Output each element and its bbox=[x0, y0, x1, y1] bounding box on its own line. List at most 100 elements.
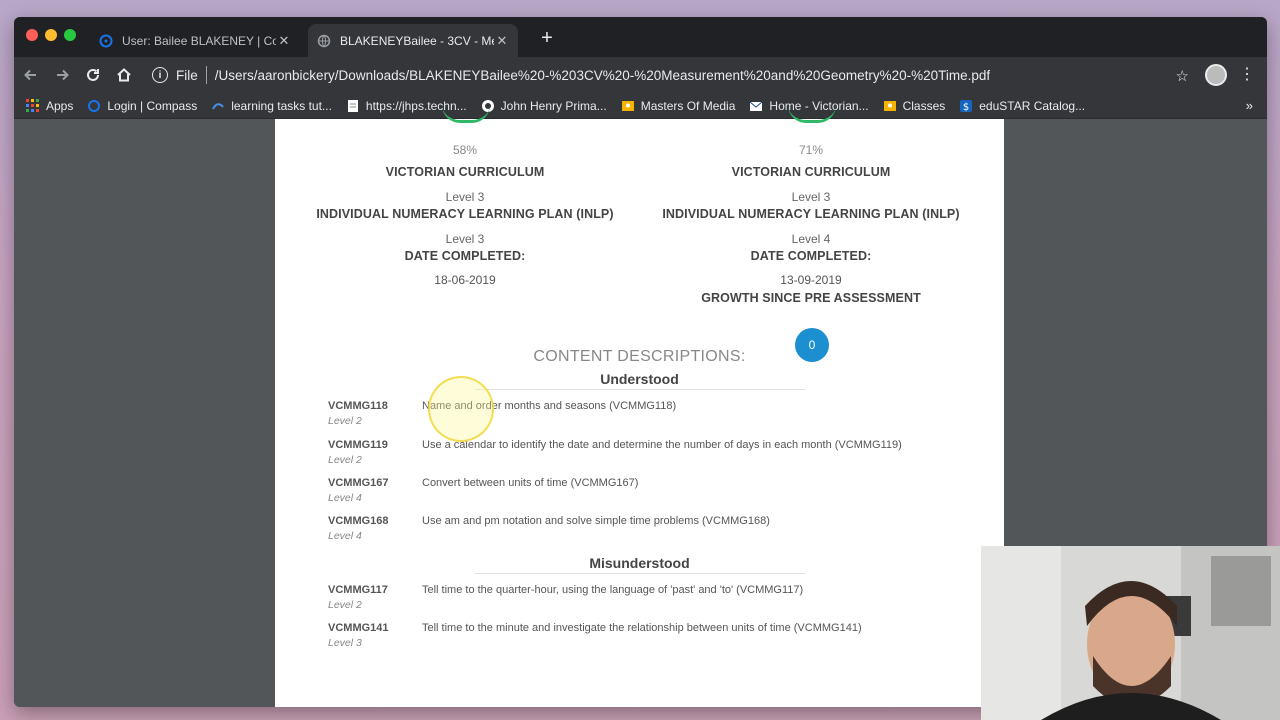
tab-label: BLAKENEYBailee - 3CV - Meas bbox=[340, 33, 494, 48]
bookmark-label: John Henry Prima... bbox=[500, 98, 607, 113]
profile-avatar[interactable] bbox=[1205, 64, 1227, 86]
descriptor-level: Level 2 bbox=[328, 454, 362, 466]
score-percent: 58% bbox=[452, 143, 478, 157]
understood-row: VCMMG168 Level 4 Use am and pm notation … bbox=[328, 515, 978, 549]
apps-grid-icon bbox=[26, 98, 40, 113]
webcam-overlay bbox=[981, 546, 1280, 720]
compass-icon bbox=[87, 99, 101, 113]
plan-heading: INDIVIDUAL NUMERACY LEARNING PLAN (INLP) bbox=[316, 207, 614, 221]
bookmark-edustar[interactable]: $ eduSTAR Catalog... bbox=[959, 99, 1085, 113]
bookmark-label: Apps bbox=[46, 98, 74, 113]
tab-close-icon[interactable]: ✕ bbox=[276, 33, 292, 49]
bookmark-label: learning tasks tut... bbox=[231, 98, 332, 113]
reload-icon bbox=[87, 68, 99, 81]
descriptor-text: Convert between units of time (VCMMG167) bbox=[422, 477, 639, 489]
back-button[interactable] bbox=[17, 61, 45, 89]
arrow-right-icon bbox=[57, 69, 69, 81]
mail-icon bbox=[749, 99, 763, 113]
home-icon bbox=[117, 68, 131, 82]
cursor-highlight bbox=[428, 376, 494, 442]
understood-heading: Understood bbox=[600, 371, 679, 387]
curriculum-level: Level 3 bbox=[445, 190, 485, 204]
svg-text:$: $ bbox=[963, 102, 969, 113]
arrow-left-icon bbox=[24, 69, 36, 81]
globe-icon bbox=[316, 33, 332, 49]
new-tab-button[interactable]: + bbox=[536, 27, 558, 49]
link-icon bbox=[211, 99, 225, 113]
bookmark-apps[interactable]: Apps bbox=[26, 98, 74, 113]
descriptor-code: VCMMG167 bbox=[328, 477, 389, 489]
classroom-icon bbox=[621, 99, 635, 113]
bookmark-star-icon[interactable]: ☆ bbox=[1176, 67, 1189, 85]
descriptor-code: VCMMG141 bbox=[328, 622, 389, 634]
url-text[interactable]: /Users/aaronbickery/Downloads/BLAKENEYBa… bbox=[215, 68, 990, 83]
bookmark-learning-tasks[interactable]: learning tasks tut... bbox=[211, 99, 332, 113]
progress-ring-left bbox=[442, 105, 490, 123]
descriptor-text: Tell time to the quarter-hour, using the… bbox=[422, 584, 804, 596]
growth-label: GROWTH SINCE PRE ASSESSMENT bbox=[701, 291, 921, 305]
home-button[interactable] bbox=[110, 61, 138, 89]
info-icon[interactable]: i bbox=[152, 67, 168, 83]
progress-ring-right bbox=[788, 105, 836, 123]
date-completed-label: DATE COMPLETED: bbox=[404, 249, 526, 263]
forward-button[interactable] bbox=[48, 61, 76, 89]
descriptor-level: Level 2 bbox=[328, 599, 362, 611]
bookmarks-bar: Apps Login | Compass learning tasks tut.… bbox=[14, 93, 1267, 119]
descriptor-level: Level 4 bbox=[328, 492, 362, 504]
bookmark-classes[interactable]: Classes bbox=[883, 98, 946, 113]
reload-button[interactable] bbox=[79, 61, 107, 89]
misunderstood-row: VCMMG141 Level 3 Tell time to the minute… bbox=[328, 622, 978, 656]
edustar-icon: $ bbox=[959, 99, 973, 113]
misunderstood-row: VCMMG117 Level 2 Tell time to the quarte… bbox=[328, 584, 978, 618]
descriptor-text: Use am and pm notation and solve simple … bbox=[422, 515, 770, 527]
misunderstood-heading: Misunderstood bbox=[589, 555, 690, 571]
descriptor-code: VCMMG168 bbox=[328, 515, 389, 527]
descriptor-level: Level 3 bbox=[328, 637, 362, 649]
bookmark-john-henry[interactable]: John Henry Prima... bbox=[481, 99, 607, 113]
score-percent: 71% bbox=[798, 143, 824, 157]
zoom-window-button[interactable] bbox=[64, 29, 76, 41]
bookmark-label: eduSTAR Catalog... bbox=[979, 98, 1086, 113]
date-completed-label: DATE COMPLETED: bbox=[750, 249, 872, 263]
descriptor-code: VCMMG117 bbox=[328, 584, 388, 596]
menu-kebab-icon[interactable]: ⋮ bbox=[1239, 64, 1255, 84]
understood-row: VCMMG119 Level 2 Use a calendar to ident… bbox=[328, 439, 978, 473]
curriculum-level: Level 3 bbox=[791, 190, 831, 204]
tab-strip: User: Bailee BLAKENEY | Comp ✕ BLAKENEYB… bbox=[14, 17, 1267, 57]
document-icon bbox=[346, 99, 360, 113]
plan-level: Level 4 bbox=[791, 232, 831, 246]
curriculum-heading: VICTORIAN CURRICULUM bbox=[385, 165, 545, 179]
date-completed-value: 13-09-2019 bbox=[780, 273, 842, 287]
post-assessment-column: 71% VICTORIAN CURRICULUM Level 3 INDIVID… bbox=[641, 143, 981, 305]
plan-level: Level 3 bbox=[445, 232, 485, 246]
divider bbox=[475, 389, 805, 390]
descriptor-code: VCMMG119 bbox=[328, 439, 388, 451]
content-descriptions-title: CONTENT DESCRIPTIONS: bbox=[533, 348, 746, 365]
date-completed-value: 18-06-2019 bbox=[434, 273, 496, 287]
bookmark-compass[interactable]: Login | Compass bbox=[87, 99, 197, 113]
tab-close-icon[interactable]: ✕ bbox=[494, 33, 510, 49]
divider bbox=[205, 66, 207, 84]
descriptor-level: Level 4 bbox=[328, 530, 362, 542]
classroom-icon bbox=[883, 99, 897, 113]
descriptor-level: Level 2 bbox=[328, 415, 362, 427]
curriculum-heading: VICTORIAN CURRICULUM bbox=[731, 165, 891, 179]
more-bookmarks-button[interactable]: » bbox=[1246, 98, 1253, 113]
close-window-button[interactable] bbox=[26, 29, 38, 41]
bookmark-masters-of-media[interactable]: Masters Of Media bbox=[621, 98, 736, 113]
browser-toolbar: i File /Users/aaronbickery/Downloads/BLA… bbox=[14, 57, 1267, 93]
divider bbox=[475, 573, 805, 574]
presenter-video-image bbox=[981, 546, 1280, 720]
understood-row: VCMMG167 Level 4 Convert between units o… bbox=[328, 477, 978, 511]
address-bar[interactable]: i File /Users/aaronbickery/Downloads/BLA… bbox=[144, 60, 1197, 90]
tab-compass-user[interactable]: User: Bailee BLAKENEY | Comp ✕ bbox=[90, 24, 300, 57]
minimize-window-button[interactable] bbox=[45, 29, 57, 41]
tab-label: User: Bailee BLAKENEY | Comp bbox=[122, 33, 276, 48]
descriptor-text: Tell time to the minute and investigate … bbox=[422, 622, 862, 634]
bookmark-label: Masters Of Media bbox=[640, 98, 736, 113]
url-scheme: File bbox=[176, 67, 198, 83]
compass-icon bbox=[98, 33, 114, 49]
bookmark-label: Classes bbox=[902, 98, 946, 113]
tab-pdf-document[interactable]: BLAKENEYBailee - 3CV - Meas ✕ bbox=[308, 24, 518, 57]
plan-heading: INDIVIDUAL NUMERACY LEARNING PLAN (INLP) bbox=[662, 207, 960, 221]
